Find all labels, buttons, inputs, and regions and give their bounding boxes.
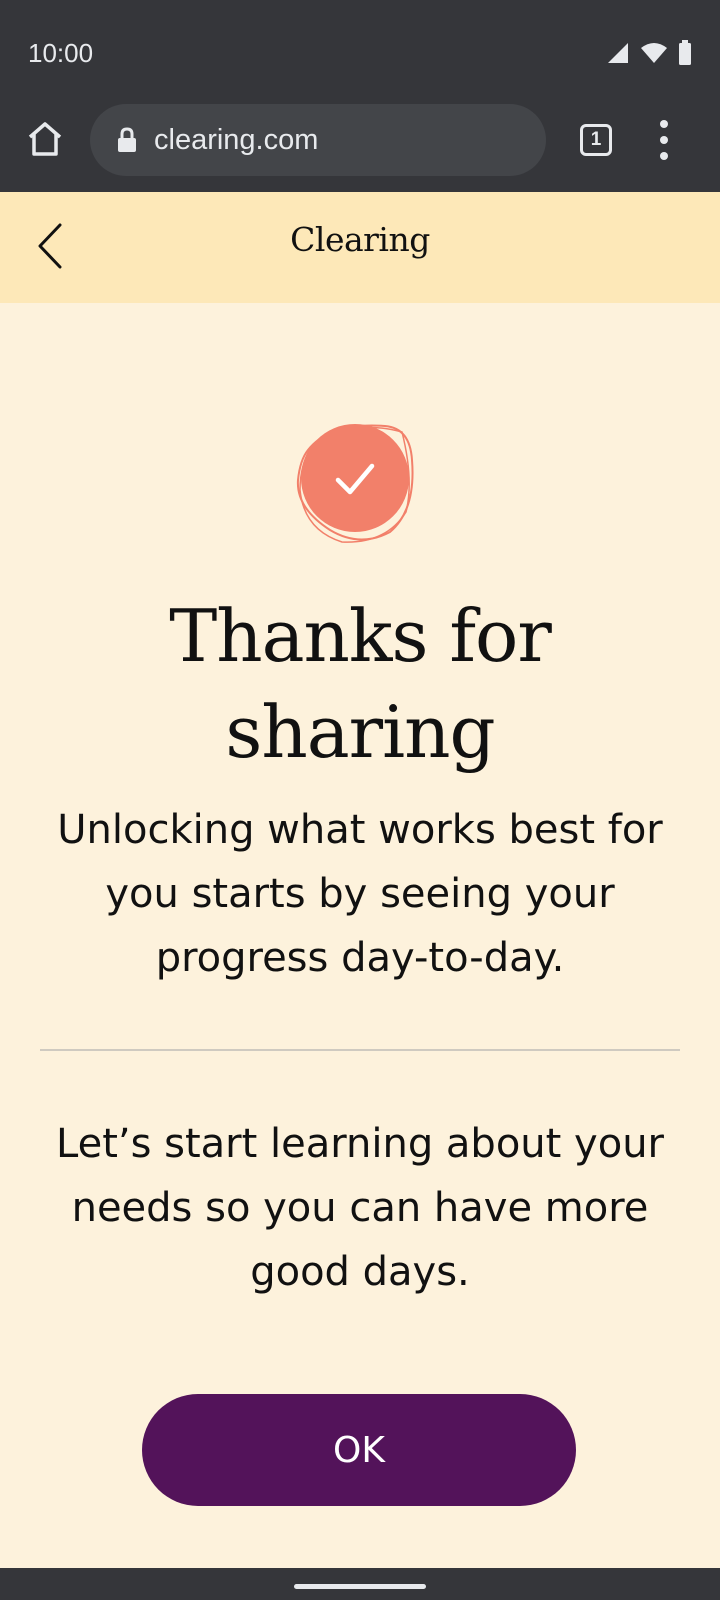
- back-button[interactable]: [28, 220, 72, 276]
- tabs-button[interactable]: 1: [580, 124, 612, 156]
- gesture-handle[interactable]: [294, 1584, 426, 1589]
- wifi-icon: [640, 41, 668, 70]
- status-time: 10:00: [28, 38, 94, 68]
- more-vert-icon[interactable]: [656, 120, 672, 160]
- browser-toolbar: clearing.com 1: [0, 104, 720, 192]
- url-text: clearing.com: [154, 123, 319, 156]
- chevron-left-icon: [36, 222, 64, 275]
- home-button[interactable]: [22, 118, 68, 164]
- success-badge: [290, 420, 430, 554]
- home-icon: [26, 121, 64, 162]
- cta-text: Let’s start learning about your needs so…: [56, 1121, 664, 1295]
- tab-count: 1: [590, 129, 602, 150]
- intro-text: Unlocking what works best for you starts…: [57, 807, 663, 981]
- page-title: Thanks for sharing: [169, 594, 552, 774]
- cell-signal-icon: [606, 41, 630, 70]
- status-bar: 10:00: [0, 0, 720, 104]
- status-icons: [606, 40, 692, 71]
- lock-icon: [116, 127, 138, 153]
- divider: [40, 1049, 680, 1051]
- app-title: Clearing: [290, 220, 430, 259]
- battery-icon: [678, 40, 692, 71]
- gesture-bar: [0, 1568, 720, 1600]
- address-bar[interactable]: clearing.com: [90, 104, 546, 176]
- app-header: Clearing: [0, 192, 720, 303]
- ok-button[interactable]: OK: [142, 1394, 576, 1506]
